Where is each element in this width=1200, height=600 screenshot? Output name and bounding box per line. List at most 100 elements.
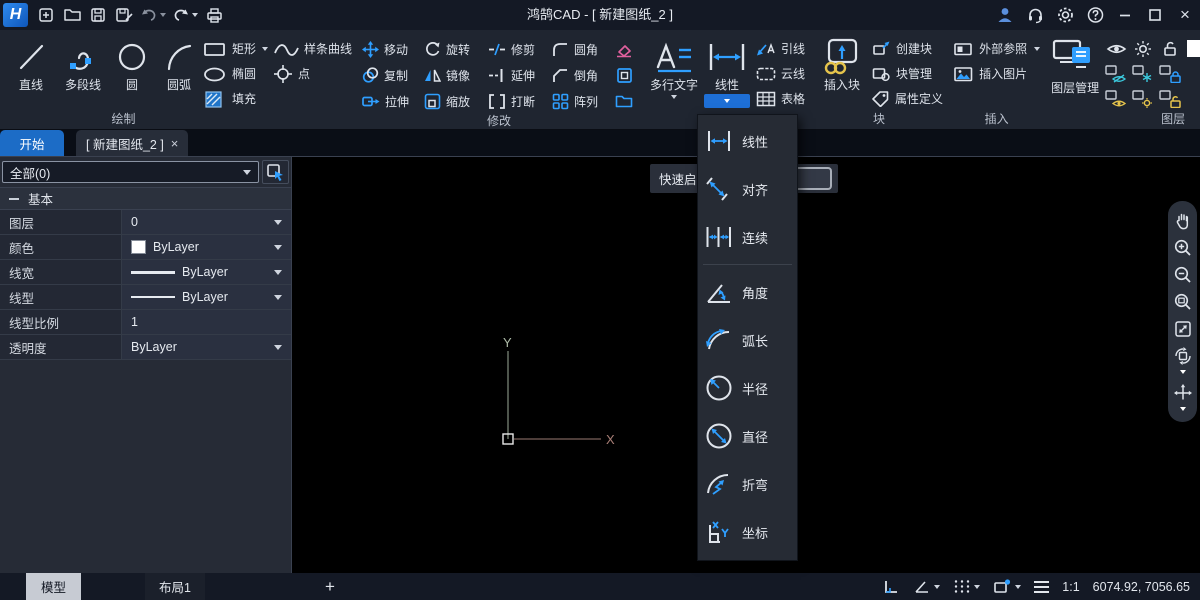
menu-item-radius[interactable]: 半径: [698, 364, 797, 412]
menu-item-ordinate[interactable]: 坐标: [698, 508, 797, 556]
ortho-mode-toggle[interactable]: [882, 578, 900, 595]
move-button[interactable]: 移动: [362, 36, 424, 62]
layer-color-swatch[interactable]: [1185, 36, 1200, 62]
menu-item-linear[interactable]: 线性: [698, 117, 797, 165]
scale-indicator[interactable]: 1:1: [1062, 580, 1079, 594]
layer-on-button[interactable]: [1104, 86, 1128, 112]
undo-button[interactable]: [137, 1, 169, 29]
zoom-window-button[interactable]: [1173, 289, 1193, 315]
stretch-button[interactable]: 拉伸: [362, 88, 424, 114]
zoom-in-button[interactable]: [1173, 235, 1193, 261]
app-logo[interactable]: H: [3, 3, 28, 27]
object-snap-toggle[interactable]: [993, 578, 1021, 595]
support-headset-button[interactable]: [1020, 1, 1050, 29]
minimize-button[interactable]: [1110, 1, 1140, 29]
section-header-basic[interactable]: 基本: [0, 187, 291, 210]
axis-caret[interactable]: [1180, 407, 1186, 416]
trim-button[interactable]: 修剪: [488, 36, 552, 62]
spline-flyout-caret[interactable]: [262, 47, 268, 51]
menu-item-diameter[interactable]: 直径: [698, 412, 797, 460]
menu-item-arclength[interactable]: 弧长: [698, 316, 797, 364]
hatch-button[interactable]: 填充: [203, 86, 256, 111]
model-space-tab[interactable]: 模型: [26, 573, 81, 600]
prop-transparency-dropdown[interactable]: ByLayer: [122, 335, 291, 359]
break-button[interactable]: 打断: [488, 88, 552, 114]
mtext-caret[interactable]: [671, 95, 677, 99]
prop-layer-dropdown[interactable]: 0: [122, 210, 291, 234]
axis-move-button[interactable]: [1173, 380, 1193, 406]
leader-button[interactable]: 引线: [756, 36, 805, 61]
zoom-out-button[interactable]: [1173, 262, 1193, 288]
create-block-button[interactable]: 创建块: [871, 36, 943, 61]
close-button[interactable]: ×: [1170, 1, 1200, 29]
polar-tracking-toggle[interactable]: [913, 578, 940, 595]
open-file-button[interactable]: [59, 1, 85, 29]
orbit-button[interactable]: [1173, 343, 1193, 369]
user-account-button[interactable]: [990, 1, 1020, 29]
osnap-caret[interactable]: [1015, 585, 1021, 589]
snap-grid-toggle[interactable]: [953, 578, 980, 595]
layer-freeze-button[interactable]: [1131, 61, 1155, 87]
add-layout-button[interactable]: +: [325, 573, 335, 600]
help-button[interactable]: [1080, 1, 1110, 29]
layer-off-button[interactable]: [1104, 61, 1128, 87]
tab-start[interactable]: 开始: [0, 130, 64, 156]
array-button[interactable]: 阵列: [552, 88, 612, 114]
extend-button[interactable]: 延伸: [488, 62, 552, 88]
mtext-button[interactable]: 多行文字: [646, 33, 702, 99]
layout1-tab[interactable]: 布局1: [145, 573, 205, 600]
quick-select-button[interactable]: [262, 160, 289, 184]
zoom-extents-button[interactable]: [1173, 316, 1193, 342]
prop-ltscale-field[interactable]: 1: [122, 310, 291, 334]
menu-item-angular[interactable]: 角度: [698, 268, 797, 316]
tab-close-icon[interactable]: ×: [171, 136, 179, 151]
status-menu-button[interactable]: [1034, 581, 1049, 593]
arc-button[interactable]: 圆弧: [155, 33, 203, 92]
selection-filter-dropdown[interactable]: 全部(0): [2, 161, 259, 183]
orbit-caret[interactable]: [1180, 370, 1186, 379]
layer-manager-button[interactable]: 图层管理: [1050, 33, 1100, 96]
print-button[interactable]: [201, 1, 227, 29]
save-as-button[interactable]: [111, 1, 137, 29]
grid-caret[interactable]: [974, 585, 980, 589]
dim-linear-button[interactable]: 线性: [702, 33, 752, 108]
point-button[interactable]: 点: [262, 61, 352, 86]
layer-sun-icon[interactable]: [1131, 36, 1155, 62]
save-button[interactable]: [85, 1, 111, 29]
clip-button[interactable]: [612, 62, 636, 88]
xref-button[interactable]: 外部参照: [953, 36, 1040, 61]
layer-unlock-icon[interactable]: [1158, 36, 1182, 62]
revcloud-button[interactable]: 云线: [756, 61, 805, 86]
layer-lock-button[interactable]: [1158, 61, 1182, 87]
prop-linetype-dropdown[interactable]: ByLayer: [122, 285, 291, 309]
menu-item-aligned[interactable]: 对齐: [698, 165, 797, 213]
maximize-button[interactable]: [1140, 1, 1170, 29]
new-file-button[interactable]: [33, 1, 59, 29]
layer-visibility-eye-icon[interactable]: [1104, 36, 1128, 62]
table-button[interactable]: 表格: [756, 86, 805, 111]
menu-item-jogged[interactable]: 折弯: [698, 460, 797, 508]
attr-def-button[interactable]: 属性定义: [871, 86, 943, 111]
dim-dropdown-button[interactable]: [704, 94, 750, 108]
insert-image-button[interactable]: 插入图片: [953, 61, 1040, 86]
copy-button[interactable]: 复制: [362, 62, 424, 88]
prop-lineweight-dropdown[interactable]: ByLayer: [122, 260, 291, 284]
mirror-button[interactable]: 镜像: [424, 62, 488, 88]
scale-button[interactable]: 缩放: [424, 88, 488, 114]
rectangle-button[interactable]: 矩形: [203, 36, 256, 61]
layer-thaw-button[interactable]: [1131, 86, 1155, 112]
polar-caret[interactable]: [934, 585, 940, 589]
erase-button[interactable]: [612, 36, 636, 62]
chamfer-button[interactable]: 倒角: [552, 62, 612, 88]
prop-color-dropdown[interactable]: ByLayer: [122, 235, 291, 259]
fillet-button[interactable]: 圆角: [552, 36, 612, 62]
group-button[interactable]: [612, 88, 636, 114]
xref-caret[interactable]: [1034, 47, 1040, 51]
tab-drawing[interactable]: [ 新建图纸_2 ] ×: [76, 130, 188, 156]
pan-hand-button[interactable]: [1173, 208, 1193, 234]
rotate-button[interactable]: 旋转: [424, 36, 488, 62]
line-button[interactable]: 直线: [5, 33, 57, 92]
polyline-button[interactable]: 多段线: [57, 33, 109, 92]
settings-gear-button[interactable]: [1050, 1, 1080, 29]
block-manage-button[interactable]: 块管理: [871, 61, 943, 86]
